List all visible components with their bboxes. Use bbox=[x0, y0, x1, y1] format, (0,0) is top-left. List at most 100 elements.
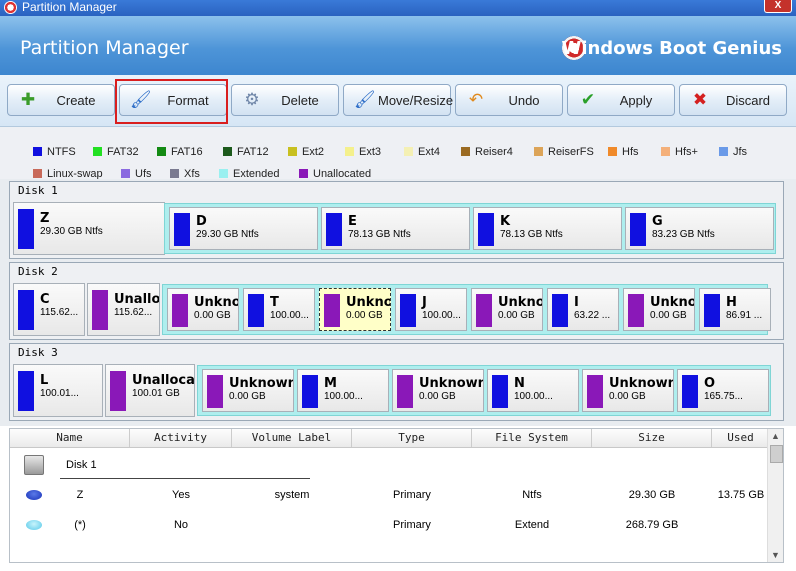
partition-name: Unknow bbox=[346, 295, 390, 310]
partition-block[interactable]: Unknown 0.00 GB bbox=[582, 369, 674, 412]
vertical-scrollbar[interactable]: ▲ ▼ bbox=[767, 429, 783, 562]
create-button[interactable]: ✚ Create bbox=[7, 84, 115, 116]
partition-block[interactable]: Unkno 0.00 GB bbox=[623, 288, 695, 331]
apply-button[interactable]: ✔ Apply bbox=[567, 84, 675, 116]
column-header[interactable]: Used bbox=[712, 429, 770, 447]
partition-block[interactable]: Unknow0.00 GB bbox=[167, 288, 239, 331]
partition-block[interactable]: N 100.00... bbox=[487, 369, 579, 412]
column-header[interactable]: Activity bbox=[130, 429, 232, 447]
partition-color-bar bbox=[207, 375, 223, 408]
move-resize-button[interactable]: 🖌 Move/Resize bbox=[343, 84, 453, 116]
discard-button[interactable]: ✖ Discard bbox=[679, 84, 787, 116]
partition-size: 100.00... bbox=[422, 310, 461, 321]
extended-partition-icon bbox=[26, 520, 42, 530]
partition-block[interactable]: Unknown 0.00 GB bbox=[202, 369, 294, 412]
partition-block[interactable]: Unknown 0.00 GB bbox=[392, 369, 484, 412]
partition-block[interactable]: I 63.22 ... bbox=[547, 288, 619, 331]
legend-swatch bbox=[33, 169, 42, 178]
legend-swatch bbox=[157, 147, 166, 156]
legend-label: FAT12 bbox=[237, 146, 269, 158]
extended-partition[interactable]: Unknown 0.00 GB M 100.00... Unknown 0.00 GB N 1… bbox=[197, 365, 771, 416]
partition-color-bar bbox=[326, 213, 342, 246]
partition-name: Unallocate bbox=[132, 373, 195, 388]
partition-icon bbox=[26, 490, 42, 500]
legend-label: FAT16 bbox=[171, 146, 203, 158]
table-row[interactable]: (*) No Primary Extend 268.79 GB bbox=[10, 511, 770, 539]
partition-size: 0.00 GB bbox=[229, 391, 266, 402]
scroll-down-icon[interactable]: ▼ bbox=[768, 548, 783, 562]
partition-name: L bbox=[40, 373, 49, 388]
delete-button[interactable]: ⚙ Delete bbox=[231, 84, 339, 116]
disk-map: Disk 1 Z 29.30 GB Ntfs D 29.30 GB Ntfs E 78.13… bbox=[0, 179, 796, 426]
scroll-up-icon[interactable]: ▲ bbox=[768, 429, 783, 443]
partition-size: 100.00... bbox=[270, 310, 309, 321]
app-header: Partition Manager Windows Boot Genius bbox=[0, 16, 796, 75]
table-header: Name Activity Volume Label Type File System S… bbox=[10, 429, 770, 448]
partition-block[interactable]: J 100.00... bbox=[395, 288, 467, 331]
partition-color-bar bbox=[324, 294, 340, 327]
partition-name: Z bbox=[40, 211, 50, 226]
partition-block[interactable]: K 78.13 GB Ntfs bbox=[473, 207, 622, 250]
scroll-thumb[interactable] bbox=[770, 445, 783, 463]
partition-size: 100.01... bbox=[40, 388, 79, 399]
partition-block[interactable]: D 29.30 GB Ntfs bbox=[169, 207, 318, 250]
partition-size: 78.13 GB Ntfs bbox=[348, 229, 411, 240]
partition-size: 83.23 GB Ntfs bbox=[652, 229, 715, 240]
partition-name: C bbox=[40, 292, 50, 307]
partition-size: 0.00 GB bbox=[346, 310, 383, 321]
partition-block[interactable]: M 100.00... bbox=[297, 369, 389, 412]
disk-group-name: Disk 1 bbox=[66, 459, 97, 471]
partition-block[interactable]: Unkno 0.00 GB bbox=[471, 288, 543, 331]
legend-swatch bbox=[461, 147, 470, 156]
extended-partition[interactable]: D 29.30 GB Ntfs E 78.13 GB Ntfs K 78.13 GB Nt… bbox=[164, 203, 776, 254]
legend-swatch bbox=[299, 169, 308, 178]
partition-block[interactable]: O 165.75... bbox=[677, 369, 769, 412]
column-header[interactable]: Name bbox=[10, 429, 130, 447]
partition-block[interactable]: H 86.91 ... bbox=[699, 288, 771, 331]
disk-label: Disk 2 bbox=[18, 265, 58, 278]
column-header[interactable]: Size bbox=[592, 429, 712, 447]
cell-file-system: Extend bbox=[514, 519, 550, 531]
delete-label: Delete bbox=[281, 93, 319, 108]
table-row[interactable]: Z Yes system Primary Ntfs 29.30 GB 13.75 GB bbox=[10, 481, 770, 509]
partition-color-bar bbox=[172, 294, 188, 327]
partition-size: 29.30 GB Ntfs bbox=[196, 229, 259, 240]
column-header[interactable]: Volume Label bbox=[232, 429, 352, 447]
cell-name: (*) bbox=[74, 519, 86, 531]
undo-button[interactable]: ↶ Undo bbox=[455, 84, 563, 116]
extended-partition[interactable]: Unknow0.00 GBT100.00...Unknow0.00 GBJ100… bbox=[162, 284, 771, 335]
disk-panel: Disk 2C115.62...Unallo115.62...Unknow0.0… bbox=[9, 262, 784, 340]
partition-color-bar bbox=[18, 371, 34, 411]
create-label: Create bbox=[56, 93, 96, 108]
delete-icon: ⚙ bbox=[244, 90, 260, 109]
partition-size: 0.00 GB bbox=[194, 310, 231, 321]
legend-swatch bbox=[608, 147, 617, 156]
partition-block[interactable]: Unallo 115.62... bbox=[87, 283, 160, 336]
column-header[interactable]: File System bbox=[472, 429, 592, 447]
partition-block[interactable]: Unallocate100.01 GB bbox=[105, 364, 195, 417]
column-header[interactable]: Type bbox=[352, 429, 472, 447]
partition-block[interactable]: Z 29.30 GB Ntfs bbox=[13, 202, 165, 255]
legend-label: Hfs bbox=[622, 146, 639, 158]
partition-block[interactable]: L 100.01... bbox=[13, 364, 103, 417]
legend-label: Reiser4 bbox=[475, 146, 513, 158]
legend-label: Ext3 bbox=[359, 146, 382, 158]
partition-name: Unknown bbox=[609, 376, 674, 391]
partition-block[interactable]: E 78.13 GB Ntfs bbox=[321, 207, 470, 250]
close-icon[interactable]: X bbox=[764, 0, 792, 13]
selected-partition-block[interactable]: Unknow0.00 GB bbox=[319, 288, 391, 331]
partition-size: 86.91 ... bbox=[726, 310, 763, 321]
partition-block[interactable]: T 100.00... bbox=[243, 288, 315, 331]
partition-color-bar bbox=[397, 375, 413, 408]
legend-swatch bbox=[404, 147, 413, 156]
legend-label: Hfs+ bbox=[675, 146, 698, 158]
cell-volume-label bbox=[232, 511, 352, 539]
partition-block[interactable]: G 83.23 GB Ntfs bbox=[625, 207, 774, 250]
partition-color-bar bbox=[552, 294, 568, 327]
partition-block[interactable]: C 115.62... bbox=[13, 283, 85, 336]
disk-group-row[interactable]: Disk 1 bbox=[10, 451, 770, 479]
cell-file-system: Ntfs bbox=[522, 489, 542, 501]
partition-color-bar bbox=[478, 213, 494, 246]
filesystem-legend: NTFS FAT32 FAT16 FAT12 Ext2 Ext3 Ext4 Reiser4 Re… bbox=[0, 127, 796, 180]
legend-swatch bbox=[345, 147, 354, 156]
